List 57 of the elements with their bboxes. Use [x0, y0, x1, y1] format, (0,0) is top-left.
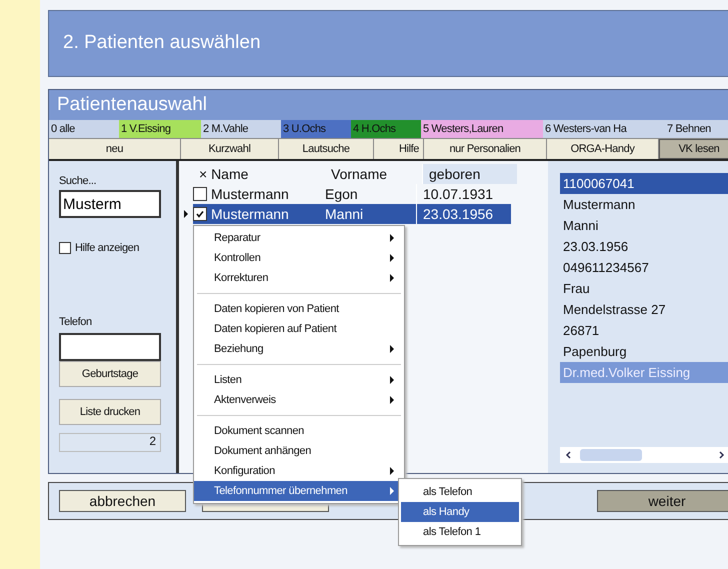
- phone-field[interactable]: [59, 333, 161, 361]
- detail-item[interactable]: 1100067041: [560, 173, 728, 194]
- menu-item[interactable]: Konfiguration: [194, 461, 404, 481]
- menu-item[interactable]: als Telefon 1: [401, 522, 519, 542]
- checkbox[interactable]: [59, 242, 71, 254]
- detail-item[interactable]: Mustermann: [560, 194, 728, 215]
- toolbar-button[interactable]: Kurzwahl: [181, 139, 279, 159]
- menu-item[interactable]: Dokument anhängen: [194, 441, 404, 461]
- menu-item[interactable]: Kontrollen: [194, 248, 404, 268]
- toolbar-button[interactable]: Lautsuche: [279, 139, 374, 159]
- window-title: Patientenauswahl: [57, 94, 207, 116]
- menu-item[interactable]: Beziehung: [194, 339, 404, 359]
- detail-item[interactable]: Papenburg: [560, 341, 728, 362]
- toolbar-button[interactable]: Hilfe: [374, 139, 424, 159]
- table-cell: Manni: [321, 204, 416, 224]
- footer-button[interactable]: abbrechen: [59, 490, 186, 512]
- menu-item[interactable]: Daten kopieren von Patient: [194, 299, 404, 319]
- table-cell: 23.03.1956: [416, 204, 511, 224]
- search-label: Suche...: [59, 175, 98, 187]
- filter-tab[interactable]: 3 U.Ochs: [281, 120, 351, 138]
- count-field: 2: [59, 433, 161, 452]
- menu-item[interactable]: Reparatur: [194, 228, 404, 248]
- row-checkbox[interactable]: [193, 207, 207, 221]
- filter-tab[interactable]: 1 V.Eissing: [119, 120, 201, 138]
- checkbox-label: Hilfe anzeigen: [75, 242, 140, 254]
- footer-button[interactable]: weiter: [597, 490, 728, 512]
- phone-label: Telefon: [59, 316, 93, 328]
- check-icon: [195, 209, 205, 219]
- search-field[interactable]: Musterm: [59, 190, 161, 218]
- toolbar-button[interactable]: neu: [49, 139, 181, 159]
- column-header[interactable]: geboren: [422, 164, 517, 184]
- filter-tab[interactable]: 5 Westers,Lauren: [421, 120, 543, 138]
- detail-item[interactable]: Frau: [560, 278, 728, 299]
- menu-item[interactable]: Daten kopieren auf Patient: [194, 319, 404, 339]
- filter-tab[interactable]: 4 H.Ochs: [351, 120, 421, 138]
- menu-item[interactable]: Aktenverweis: [194, 390, 404, 410]
- step-title: 2. Patienten auswählen: [63, 32, 261, 54]
- print-button[interactable]: Liste drucken: [59, 399, 161, 425]
- menu-item[interactable]: als Telefon: [401, 482, 519, 502]
- row-checkbox[interactable]: [193, 187, 207, 201]
- table-cell: Mustermann: [211, 206, 289, 222]
- menu-item[interactable]: Dokument scannen: [194, 421, 404, 441]
- detail-item[interactable]: Manni: [560, 215, 728, 236]
- menu-item[interactable]: Korrekturen: [194, 268, 404, 288]
- scrollbar[interactable]: [560, 447, 728, 463]
- menu-item[interactable]: Listen: [194, 370, 404, 390]
- table-cell-text: Egon: [324, 185, 359, 204]
- toolbar-button[interactable]: nur Personalien: [424, 139, 547, 159]
- menu-item[interactable]: als Handy: [401, 502, 519, 522]
- detail-item[interactable]: 049611234567: [560, 257, 728, 278]
- table-cell: Mustermann: [211, 186, 289, 202]
- toolbar-button[interactable]: ORGA-Handy: [547, 139, 659, 159]
- detail-item[interactable]: 26871: [560, 320, 728, 341]
- birthdays-button[interactable]: Geburtstage: [59, 361, 161, 387]
- toolbar-button[interactable]: VK lesen: [659, 139, 728, 159]
- detail-item[interactable]: 23.03.1956: [560, 236, 728, 257]
- detail-item[interactable]: Mendelstrasse 27: [560, 299, 728, 320]
